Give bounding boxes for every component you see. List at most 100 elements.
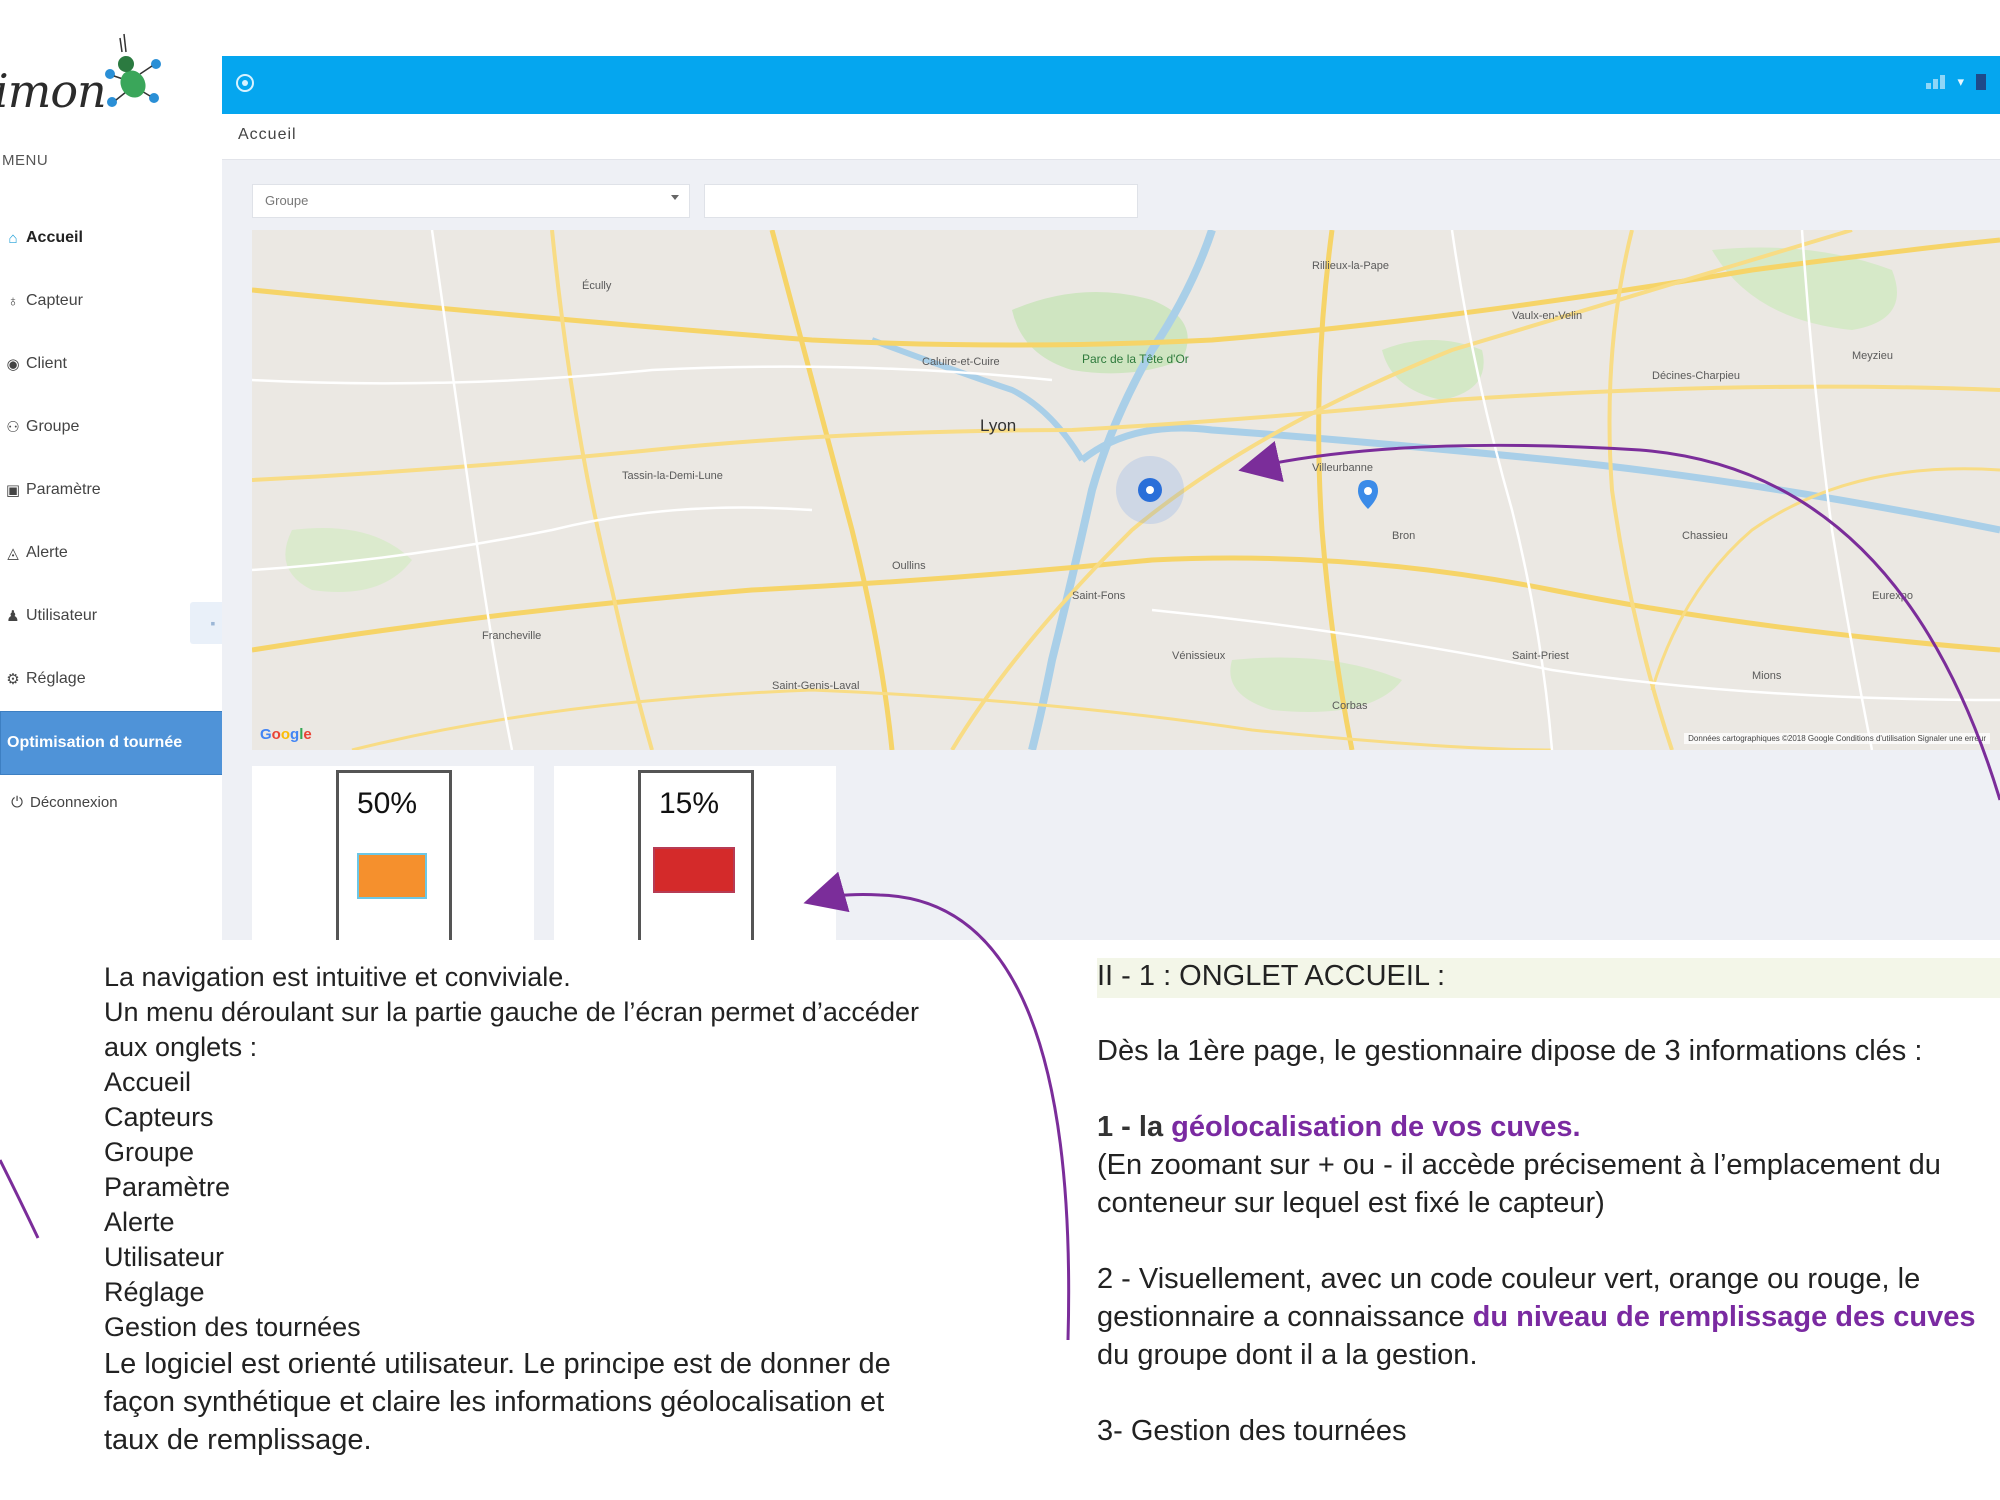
sidebar-item-deconnexion[interactable]: ⏻ Déconnexion [0, 782, 238, 822]
map-label-stpriest: Saint-Priest [1512, 650, 1569, 662]
sidebar-item-label: Alerte [26, 544, 68, 561]
point-1-line-3: conteneur sur lequel est fixé le capteur… [1097, 1187, 1605, 1219]
map-label-ecully: Écully [582, 280, 612, 292]
sidebar-item-capteur[interactable]: ♁ Capteur [0, 281, 238, 321]
desc-line: Gestion des tournées [104, 1312, 361, 1342]
menu-title: MENU [2, 152, 49, 169]
user-area[interactable]: ▾ [1926, 74, 1986, 90]
chevron-down-icon [671, 195, 679, 200]
sidebar-item-optimisation-tournee[interactable]: Optimisation d tournée [0, 711, 236, 775]
sidebar-item-label: Déconnexion [30, 793, 118, 811]
google-letter: G [260, 726, 272, 743]
sidebar-item-accueil[interactable]: ⌂ Accueil [0, 218, 238, 258]
desc-line: Accueil [104, 1067, 192, 1097]
desc-paragraph-line: Le logiciel est orienté utilisateur. Le … [104, 1348, 891, 1380]
desc-line: Alerte [104, 1207, 175, 1237]
point-1-prefix: 1 - la [1097, 1111, 1172, 1143]
sidebar-item-client[interactable]: ◉ Client [0, 344, 238, 384]
map-label-chassieu: Chassieu [1682, 530, 1728, 542]
map-label-vaulx: Vaulx-en-Velin [1512, 310, 1583, 322]
map-label-meyzieu: Meyzieu [1852, 350, 1893, 362]
map-label-oullins: Oullins [892, 560, 926, 572]
map-label-corbas: Corbas [1332, 700, 1368, 712]
sensor-icon: ♁ [7, 292, 19, 310]
power-icon: ⏻ [11, 793, 23, 811]
point-3: 3- Gestion des tournées [1097, 1415, 1407, 1447]
desc-paragraph-line: taux de remplissage. [104, 1424, 372, 1456]
map-label-park: Parc de la Tête d'Or [1082, 352, 1189, 366]
sidebar-item-label: Groupe [26, 418, 80, 435]
sidebar-item-label: Optimisation d tournée [7, 734, 183, 751]
map-canvas [252, 230, 2000, 750]
page-header: Accueil [222, 114, 2000, 160]
logo: imon [0, 30, 180, 120]
description-left: La navigation est intuitive et convivial… [104, 960, 1004, 1459]
intro-text: Dès la 1ère page, le gestionnaire dipose… [1097, 1035, 1923, 1067]
tank-percent: 15% [659, 787, 720, 820]
map-label-francheville: Francheville [482, 630, 542, 642]
google-letter: g [290, 726, 300, 743]
section-heading: II - 1 : ONGLET ACCUEIL : [1097, 958, 2000, 998]
client-icon: ◉ [6, 356, 20, 373]
point-2-line-3: du groupe dont il a la gestion. [1097, 1339, 1478, 1371]
desc-line: Groupe [104, 1137, 195, 1167]
sidebar-item-parametre[interactable]: ▣ Paramètre [0, 470, 238, 510]
google-letter: o [271, 726, 281, 743]
sidebar-item-label: Utilisateur [26, 607, 98, 624]
breadcrumb: Accueil [238, 126, 297, 143]
map-label-stfons: Saint-Fons [1072, 590, 1126, 602]
map-label-lyon: Lyon [980, 416, 1017, 435]
sidebar-item-reglage[interactable]: ⚙ Réglage [0, 659, 238, 699]
google-logo: Google [260, 726, 312, 743]
sidebar-item-label: Accueil [26, 229, 83, 246]
search-input[interactable] [704, 184, 1138, 218]
collapse-icon: ▪ [210, 615, 216, 631]
point-1-highlight: géolocalisation de vos cuves. [1171, 1111, 1581, 1143]
user-icon: ♟ [6, 608, 20, 625]
bug-logo-icon [105, 33, 161, 107]
description-right: II - 1 : ONGLET ACCUEIL : Dès la 1ère pa… [1097, 958, 2000, 1447]
map-label-decines: Décines-Charpieu [1652, 370, 1741, 382]
map-label-villeurbanne: Villeurbanne [1312, 462, 1373, 474]
map-label-eurexpo: Eurexpo [1872, 590, 1913, 602]
sidebar-item-groupe[interactable]: ⚇ Groupe [0, 407, 238, 447]
alert-icon: ◬ [7, 545, 19, 562]
map-label-venissieux: Vénissieux [1172, 650, 1226, 662]
tank-card[interactable]: 15% [554, 766, 836, 940]
group-select[interactable]: Groupe [252, 184, 690, 218]
tank-level-indicator [653, 847, 735, 893]
top-bar: ▾ [222, 56, 2000, 114]
map-label-bron: Bron [1392, 530, 1416, 542]
menu-toggle-icon[interactable] [236, 74, 254, 92]
map-attribution[interactable]: Données cartographiques ©2018 Google Con… [1684, 733, 1990, 744]
google-letter: o [280, 726, 291, 743]
logo-text: imon [0, 64, 107, 118]
sidebar-item-label: Paramètre [26, 481, 101, 498]
point-2-prefix: gestionnaire a connaissance [1097, 1301, 1473, 1333]
desc-line: Capteurs [104, 1102, 214, 1132]
settings-icon: ▣ [5, 482, 21, 499]
tank-card[interactable]: 50% [252, 766, 534, 940]
home-icon: ⌂ [8, 229, 18, 247]
signal-icon [1926, 75, 1946, 89]
sidebar: MENU ⌂ Accueil ♁ Capteur ◉ Client ⚇ Grou… [0, 140, 238, 940]
desc-line: Paramètre [104, 1172, 231, 1202]
sidebar-item-alerte[interactable]: ◬ Alerte [0, 533, 238, 573]
map-label-rillieux: Rillieux-la-Pape [1312, 260, 1390, 272]
map[interactable]: Lyon Parc de la Tête d'Or Caluire-et-Cui… [252, 230, 2000, 750]
sidebar-item-label: Client [26, 355, 67, 372]
point-2-line-1: 2 - Visuellement, avec un code couleur v… [1097, 1263, 1921, 1295]
main-content: Accueil Groupe Lyon Parc de la Tête d'Or… [222, 114, 2000, 940]
sidebar-item-label: Réglage [26, 670, 86, 687]
desc-line: aux onglets : [104, 1032, 258, 1062]
app-screenshot: imon MENU ⌂ Accueil ♁ Capteur ◉ Client ⚇… [0, 0, 2000, 940]
point-2-line-2: gestionnaire a connaissance du niveau de… [1097, 1298, 1976, 1336]
desc-line: Réglage [104, 1277, 205, 1307]
tank-level-indicator [357, 853, 427, 899]
desc-line: Utilisateur [104, 1242, 225, 1272]
group-icon: ⚇ [6, 419, 20, 436]
group-select-value: Groupe [265, 193, 309, 208]
sidebar-item-label: Capteur [26, 292, 83, 309]
profile-icon [1976, 74, 1986, 90]
point-1-line-2: (En zoomant sur + ou - il accède précise… [1097, 1149, 1941, 1181]
